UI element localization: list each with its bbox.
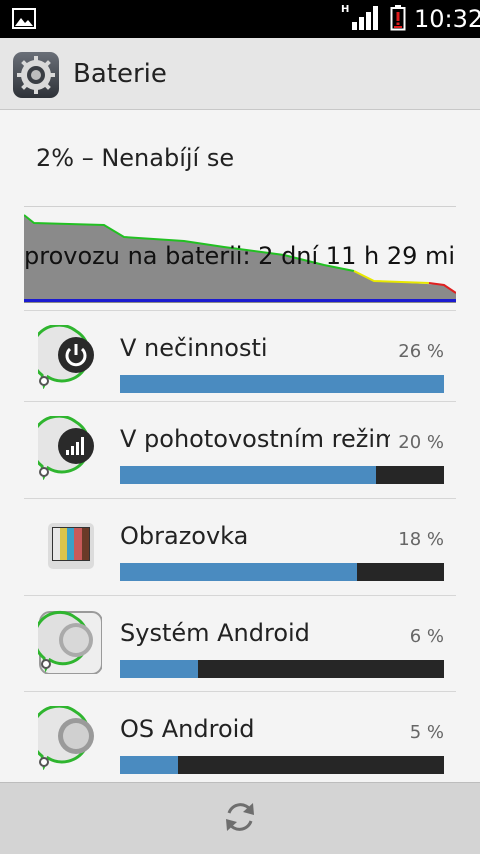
cell-signal-icon <box>38 416 94 480</box>
list-item-idle[interactable]: V nečinnosti 26 % <box>24 310 456 407</box>
list-item-android-os[interactable]: OS Android 5 % <box>24 691 456 782</box>
usage-bar-track <box>120 466 444 484</box>
usage-bar-fill <box>120 563 357 581</box>
battery-history-graph[interactable]: provozu na baterii: 2 dní 11 h 29 min <box>24 206 456 303</box>
usage-bar-track <box>120 756 444 774</box>
usage-item-percent: 6 % <box>409 626 444 647</box>
status-bar: H 10:32 <box>0 0 480 38</box>
usage-item-percent: 26 % <box>398 341 444 362</box>
page-title: Baterie <box>73 59 167 89</box>
android-os-icon <box>38 706 94 770</box>
list-item-android-system[interactable]: Systém Android 6 % <box>24 595 456 692</box>
list-item-screen[interactable]: Obrazovka 18 % <box>24 498 456 595</box>
battery-low-icon <box>390 5 406 31</box>
action-bar: Baterie <box>0 38 480 110</box>
battery-runtime-label: provozu na baterii: 2 dní 11 h 29 min <box>24 242 456 270</box>
usage-bar-track <box>120 563 444 581</box>
usage-item-name: V pohotovostním režimu <box>120 425 390 453</box>
screen-icon <box>48 523 94 569</box>
usage-item-percent: 18 % <box>398 529 444 550</box>
usage-item-percent: 5 % <box>409 722 444 743</box>
network-type-label: H <box>341 4 350 15</box>
battery-status-text: 2% – Nenabíjí se <box>36 144 235 172</box>
refresh-icon <box>226 803 254 831</box>
image-notification-icon <box>12 8 36 29</box>
usage-bar-fill <box>120 756 179 774</box>
usage-item-name: V nečinnosti <box>120 334 268 362</box>
settings-gear-icon[interactable] <box>12 51 60 99</box>
clock: 10:32 <box>414 5 480 33</box>
signal-strength-icon <box>352 6 378 30</box>
refresh-button[interactable] <box>220 797 260 837</box>
usage-bar-track <box>120 660 444 678</box>
android-system-icon <box>38 610 102 674</box>
usage-item-name: Systém Android <box>120 619 310 647</box>
usage-bar-fill <box>120 466 376 484</box>
usage-item-percent: 20 % <box>398 432 444 453</box>
usage-bar-fill <box>120 660 198 678</box>
list-item-standby[interactable]: V pohotovostním režimu 20 % <box>24 401 456 498</box>
usage-bar-track <box>120 375 444 393</box>
battery-usage-list[interactable]: 2% – Nenabíjí se provozu na baterii: 2 d… <box>0 110 480 782</box>
usage-bar-fill <box>120 375 444 393</box>
power-icon <box>38 325 94 389</box>
usage-item-name: OS Android <box>120 715 255 743</box>
usage-item-name: Obrazovka <box>120 522 249 550</box>
bottom-action-bar <box>0 782 480 854</box>
